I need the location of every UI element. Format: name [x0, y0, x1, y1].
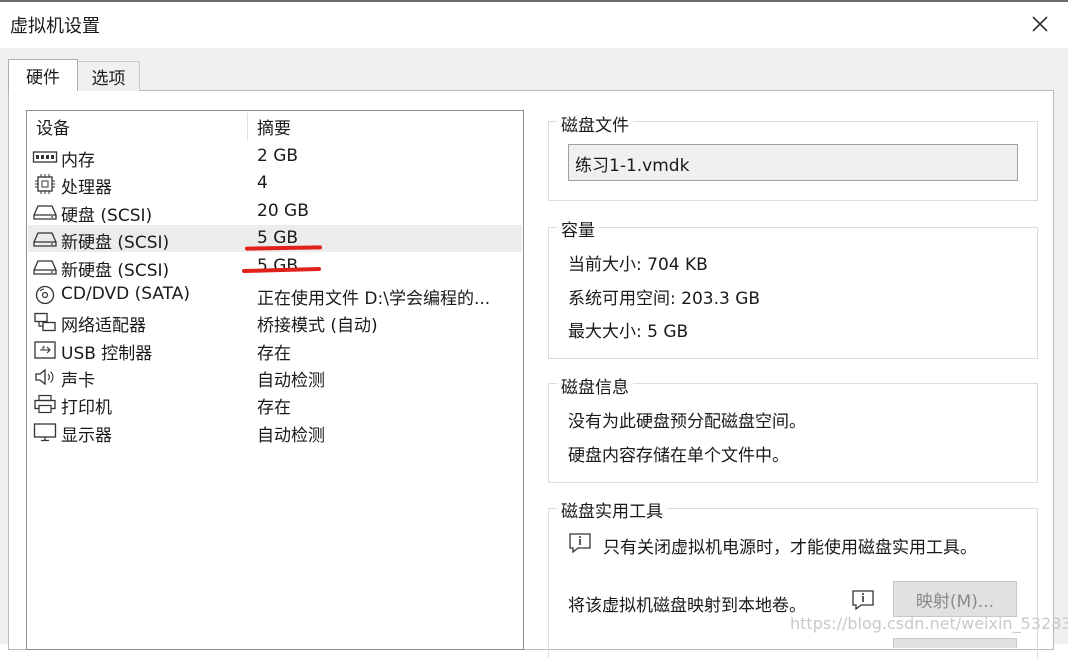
info-icon [569, 533, 591, 554]
device-name: 处理器 [61, 178, 112, 198]
close-icon [1032, 16, 1048, 32]
harddisk-icon [33, 205, 57, 220]
usb-icon [34, 341, 56, 359]
disk-file-value: 练习1-1.vmdk [575, 156, 690, 176]
available-space-text: 系统可用空间: 203.3 GB [568, 289, 761, 309]
device-summary: 4 [257, 173, 268, 193]
column-header-summary[interactable]: 摘要 [257, 114, 291, 139]
display-icon [33, 423, 57, 442]
utilities-note: 只有关闭虚拟机电源时，才能使用磁盘实用工具。 [603, 538, 977, 558]
disk-info-line-1: 没有为此硬盘预分配磁盘空间。 [568, 412, 806, 432]
device-summary: 5 GB [257, 256, 299, 276]
device-name: 内存 [61, 151, 95, 171]
watermark: https://blog.csdn.net/weixin_53283555 [790, 614, 1068, 633]
device-name: 打印机 [61, 398, 112, 418]
title-bar [0, 2, 1068, 48]
tab-options[interactable]: 选项 [77, 61, 140, 91]
device-summary: 存在 [257, 398, 291, 418]
device-row-cd-dvd[interactable]: CD/DVD (SATA) 正在使用文件 D:\学会编程的... [28, 281, 522, 309]
device-summary: 20 GB [257, 201, 309, 221]
sound-icon [35, 368, 54, 386]
map-description: 将该虚拟机磁盘映射到本地卷。 [568, 596, 806, 616]
device-row-processor[interactable]: 处理器 4 [28, 170, 522, 198]
device-row-memory[interactable]: 内存 2 GB [28, 143, 522, 171]
window-title: 虚拟机设置 [10, 16, 100, 37]
column-header-device[interactable]: 设备 [36, 114, 70, 139]
device-summary: 自动检测 [257, 371, 325, 391]
device-summary: 正在使用文件 D:\学会编程的... [257, 289, 491, 309]
device-row-harddisk[interactable]: 硬盘 (SCSI) 20 GB [28, 198, 522, 226]
tab-options-label: 选项 [91, 69, 126, 89]
device-name: USB 控制器 [61, 344, 153, 364]
max-size-text: 最大大小: 5 GB [568, 322, 689, 342]
column-separator[interactable] [247, 113, 248, 141]
harddisk-icon [33, 232, 57, 247]
disk-utilities-group-label: 磁盘实用工具 [557, 497, 667, 522]
device-name: 硬盘 (SCSI) [61, 206, 153, 226]
map-button[interactable]: 映射(M)... [893, 581, 1017, 617]
device-summary: 存在 [257, 344, 291, 364]
device-summary: 自动检测 [257, 426, 325, 446]
cd-dvd-icon [35, 285, 55, 305]
device-summary: 2 GB [257, 146, 299, 166]
disk-file-field[interactable]: 练习1-1.vmdk [568, 144, 1018, 181]
tab-hardware-label: 硬件 [26, 68, 60, 88]
device-row-network-adapter[interactable]: 网络适配器 桥接模式 (自动) [28, 308, 522, 336]
device-name: 声卡 [61, 371, 95, 391]
device-name: 显示器 [61, 426, 112, 446]
device-summary: 桥接模式 (自动) [257, 316, 378, 336]
device-name: 新硬盘 (SCSI) [61, 233, 170, 253]
device-name: 新硬盘 (SCSI) [61, 261, 170, 281]
disk-info-group-label: 磁盘信息 [557, 373, 633, 398]
device-row-printer[interactable]: 打印机 存在 [28, 390, 522, 418]
tab-hardware[interactable]: 硬件 [8, 59, 78, 91]
map-button-label: 映射(M)... [915, 591, 995, 612]
disk-file-group-label: 磁盘文件 [557, 111, 633, 136]
disk-info-group [548, 383, 1038, 483]
disk-info-line-2: 硬盘内容存储在单个文件中。 [568, 446, 789, 466]
device-name: CD/DVD (SATA) [61, 284, 190, 304]
current-size-text: 当前大小: 704 KB [568, 255, 708, 275]
device-name: 网络适配器 [61, 316, 146, 336]
device-row-usb-controller[interactable]: USB 控制器 存在 [28, 336, 522, 364]
device-row-sound-card[interactable]: 声卡 自动检测 [28, 363, 522, 391]
info-icon [852, 590, 874, 611]
device-row-new-harddisk-2[interactable]: 新硬盘 (SCSI) 5 GB [28, 253, 522, 281]
capacity-group-label: 容量 [557, 216, 599, 241]
next-utility-button[interactable] [893, 638, 1017, 648]
memory-icon [32, 151, 58, 163]
harddisk-icon [33, 260, 57, 275]
printer-icon [34, 394, 56, 414]
close-button[interactable] [1022, 8, 1058, 40]
network-adapter-icon [34, 312, 56, 332]
processor-icon [35, 174, 55, 194]
device-row-display[interactable]: 显示器 自动检测 [28, 418, 522, 446]
